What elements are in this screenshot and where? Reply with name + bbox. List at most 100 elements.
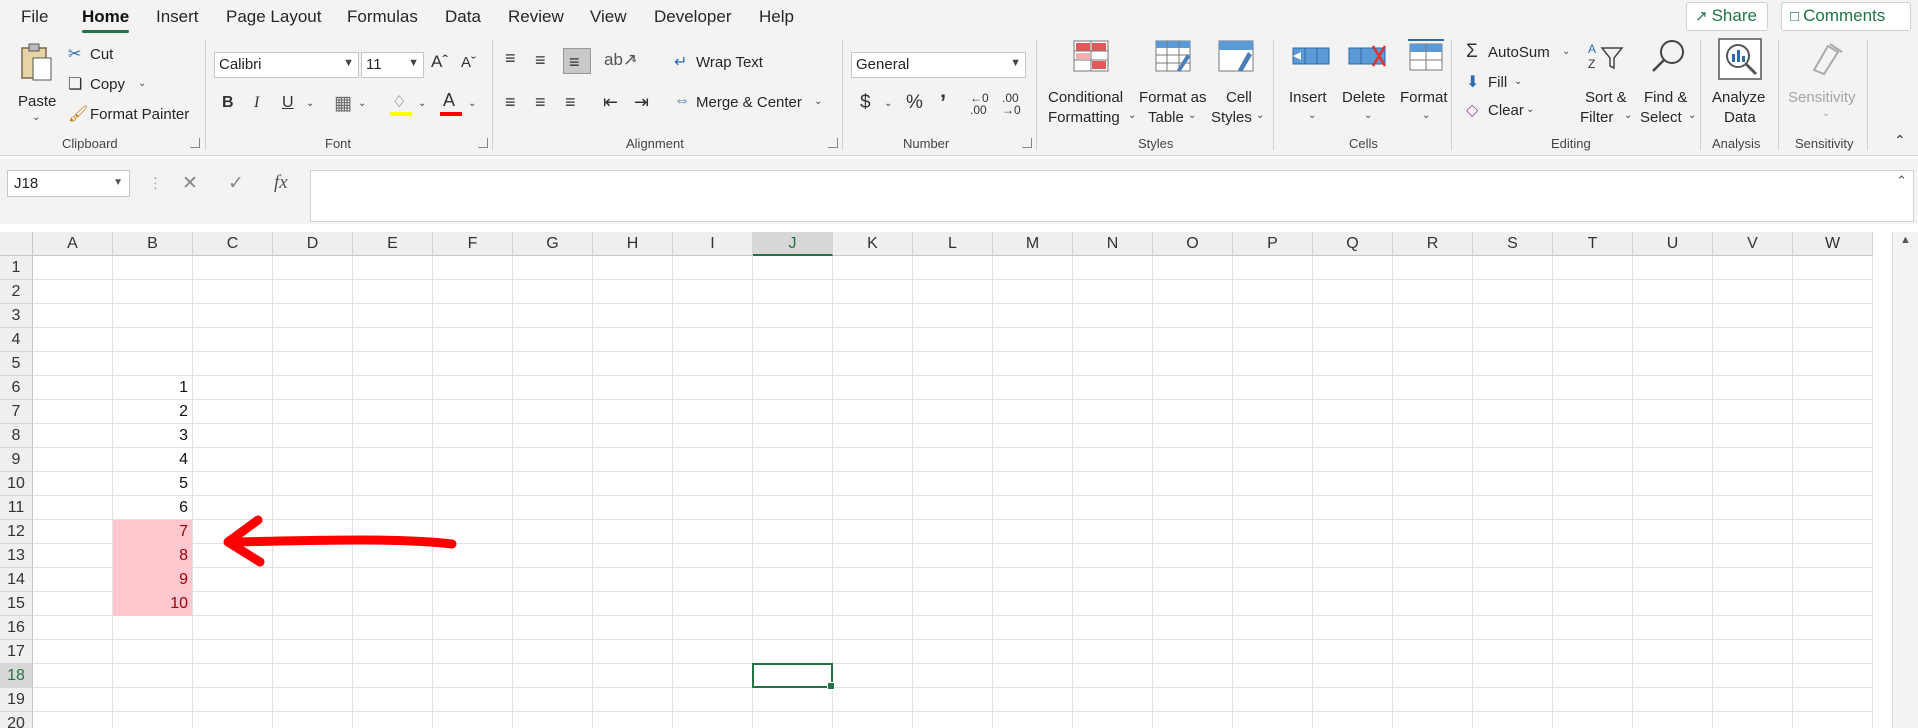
column-header-n[interactable]: N — [1073, 232, 1153, 256]
currency-icon[interactable]: $ — [860, 92, 871, 114]
column-header-o[interactable]: O — [1153, 232, 1233, 256]
cell-b11[interactable]: 6 — [113, 496, 192, 520]
spreadsheet-grid[interactable]: ABCDEFGHIJKLMNOPQRSTUVW 1 2 3 4 5 6 7 8 9 10 11 12 1… — [0, 232, 1918, 728]
column-header-u[interactable]: U — [1633, 232, 1713, 256]
column-header-r[interactable]: R — [1393, 232, 1473, 256]
row-header-8[interactable]: 8 — [0, 424, 33, 448]
fill-button[interactable]: ⬇ Fill ⌄ — [1466, 72, 1536, 94]
number-launcher-icon[interactable] — [1022, 138, 1032, 148]
collapse-ribbon-icon[interactable]: ⌃ — [1894, 132, 1906, 149]
format-painter-button[interactable]: 🖌 Format Painter — [68, 104, 198, 126]
row-header-19[interactable]: 19 — [0, 688, 33, 712]
tab-data[interactable]: Data — [445, 7, 481, 27]
borders-icon[interactable]: ▦ — [334, 92, 352, 115]
increase-font-icon[interactable]: Aˆ — [431, 52, 448, 72]
cell-b8[interactable]: 3 — [113, 424, 192, 448]
font-size-select[interactable]: 11 ▼ — [361, 52, 424, 78]
font-name-select[interactable]: Calibri ▼ — [214, 52, 359, 78]
column-header-h[interactable]: H — [593, 232, 673, 256]
insert-function-icon[interactable]: fx — [274, 172, 288, 194]
cell-b9[interactable]: 4 — [113, 448, 192, 472]
column-header-e[interactable]: E — [353, 232, 433, 256]
row-header-3[interactable]: 3 — [0, 304, 33, 328]
column-header-c[interactable]: C — [193, 232, 273, 256]
vertical-scrollbar[interactable]: ▲ — [1892, 232, 1918, 728]
decrease-font-icon[interactable]: Aˇ — [461, 54, 476, 71]
sort-filter-button[interactable]: A Z Sort & Filter ⌄ — [1580, 38, 1634, 126]
chevron-down-icon[interactable]: ⌄ — [306, 98, 314, 109]
find-select-button[interactable]: Find & Select ⌄ — [1638, 38, 1698, 126]
row-header-6[interactable]: 6 — [0, 376, 33, 400]
column-header-v[interactable]: V — [1713, 232, 1793, 256]
cancel-icon[interactable]: ✕ — [182, 172, 198, 195]
row-header-4[interactable]: 4 — [0, 328, 33, 352]
bold-button[interactable]: B — [222, 94, 234, 112]
number-format-select[interactable]: General ▼ — [851, 52, 1026, 78]
row-header-17[interactable]: 17 — [0, 640, 33, 664]
row-header-5[interactable]: 5 — [0, 352, 33, 376]
row-header-18[interactable]: 18 — [0, 664, 33, 688]
expand-formula-icon[interactable]: ⌃ — [1896, 173, 1907, 189]
cell-styles-button[interactable]: Cell Styles ⌄ — [1210, 38, 1266, 126]
cell-b15[interactable]: 10 — [113, 592, 192, 616]
decrease-indent-icon[interactable]: ⇤ — [603, 92, 618, 113]
scroll-up-icon[interactable]: ▲ — [1900, 234, 1911, 246]
fill-color-button[interactable]: ♢ — [390, 92, 420, 118]
column-header-w[interactable]: W — [1793, 232, 1873, 256]
tab-home[interactable]: Home — [82, 7, 130, 33]
increase-decimal-icon[interactable]: ←0.00 — [970, 92, 989, 116]
tab-file[interactable]: File — [21, 7, 48, 27]
delete-cells-button[interactable]: Delete ⌄ — [1340, 38, 1394, 124]
alignment-launcher-icon[interactable] — [828, 138, 838, 148]
align-right-icon[interactable]: ≡ — [565, 92, 576, 113]
copy-button[interactable]: ❏ Copy ⌄ — [68, 74, 158, 96]
column-header-q[interactable]: Q — [1313, 232, 1393, 256]
tab-page-layout[interactable]: Page Layout — [226, 7, 321, 27]
analyze-data-button[interactable]: Analyze Data — [1710, 38, 1770, 126]
merge-center-button[interactable]: ⇔ Merge & Center ⌄ — [674, 92, 834, 114]
column-header-p[interactable]: P — [1233, 232, 1313, 256]
underline-button[interactable]: U — [282, 94, 294, 112]
column-header-b[interactable]: B — [113, 232, 193, 256]
column-header-d[interactable]: D — [273, 232, 353, 256]
italic-button[interactable]: I — [254, 94, 259, 112]
font-launcher-icon[interactable] — [478, 138, 488, 148]
tab-review[interactable]: Review — [508, 7, 564, 27]
tab-view[interactable]: View — [590, 7, 627, 27]
align-bottom-button[interactable]: ≡ — [563, 48, 591, 74]
sensitivity-button[interactable]: Sensitivity ⌄ — [1786, 38, 1866, 124]
autosum-button[interactable]: Σ AutoSum ⌄ — [1466, 41, 1576, 64]
row-header-11[interactable]: 11 — [0, 496, 33, 520]
comments-button[interactable]: □ Comments — [1781, 2, 1911, 31]
row-header-16[interactable]: 16 — [0, 616, 33, 640]
decrease-decimal-icon[interactable]: .00 →0 — [1002, 92, 1021, 116]
chevron-down-icon[interactable]: ⌄ — [358, 98, 366, 109]
font-color-button[interactable]: A — [440, 90, 468, 118]
row-header-7[interactable]: 7 — [0, 400, 33, 424]
align-left-icon[interactable]: ≡ — [505, 92, 516, 113]
format-cells-button[interactable]: Format ⌄ — [1398, 38, 1454, 124]
cut-button[interactable]: ✂ Cut — [68, 44, 148, 66]
clipboard-launcher-icon[interactable] — [190, 138, 200, 148]
wrap-text-button[interactable]: ↵ Wrap Text — [674, 52, 774, 74]
format-as-table-button[interactable]: Format as Table ⌄ — [1138, 38, 1208, 126]
align-top-icon[interactable]: ≡ — [505, 48, 516, 69]
tab-developer[interactable]: Developer — [654, 7, 732, 27]
row-header-14[interactable]: 14 — [0, 568, 33, 592]
cell-b14[interactable]: 9 — [113, 568, 192, 592]
align-middle-icon[interactable]: ≡ — [535, 50, 546, 71]
chevron-down-icon[interactable]: ⌄ — [630, 54, 638, 65]
paste-button[interactable]: Paste ⌄ — [10, 42, 60, 123]
row-header-12[interactable]: 12 — [0, 520, 33, 544]
row-header-1[interactable]: 1 — [0, 256, 33, 280]
align-center-icon[interactable]: ≡ — [535, 92, 546, 113]
share-button[interactable]: ↗ Share — [1686, 2, 1768, 31]
row-header-10[interactable]: 10 — [0, 472, 33, 496]
column-header-t[interactable]: T — [1553, 232, 1633, 256]
column-header-s[interactable]: S — [1473, 232, 1553, 256]
cell-b10[interactable]: 5 — [113, 472, 192, 496]
name-box[interactable]: J18 ▼ — [7, 170, 130, 197]
cell-b12[interactable]: 7 — [113, 520, 192, 544]
row-header-20[interactable]: 20 — [0, 712, 33, 728]
cell-b13[interactable]: 8 — [113, 544, 192, 568]
